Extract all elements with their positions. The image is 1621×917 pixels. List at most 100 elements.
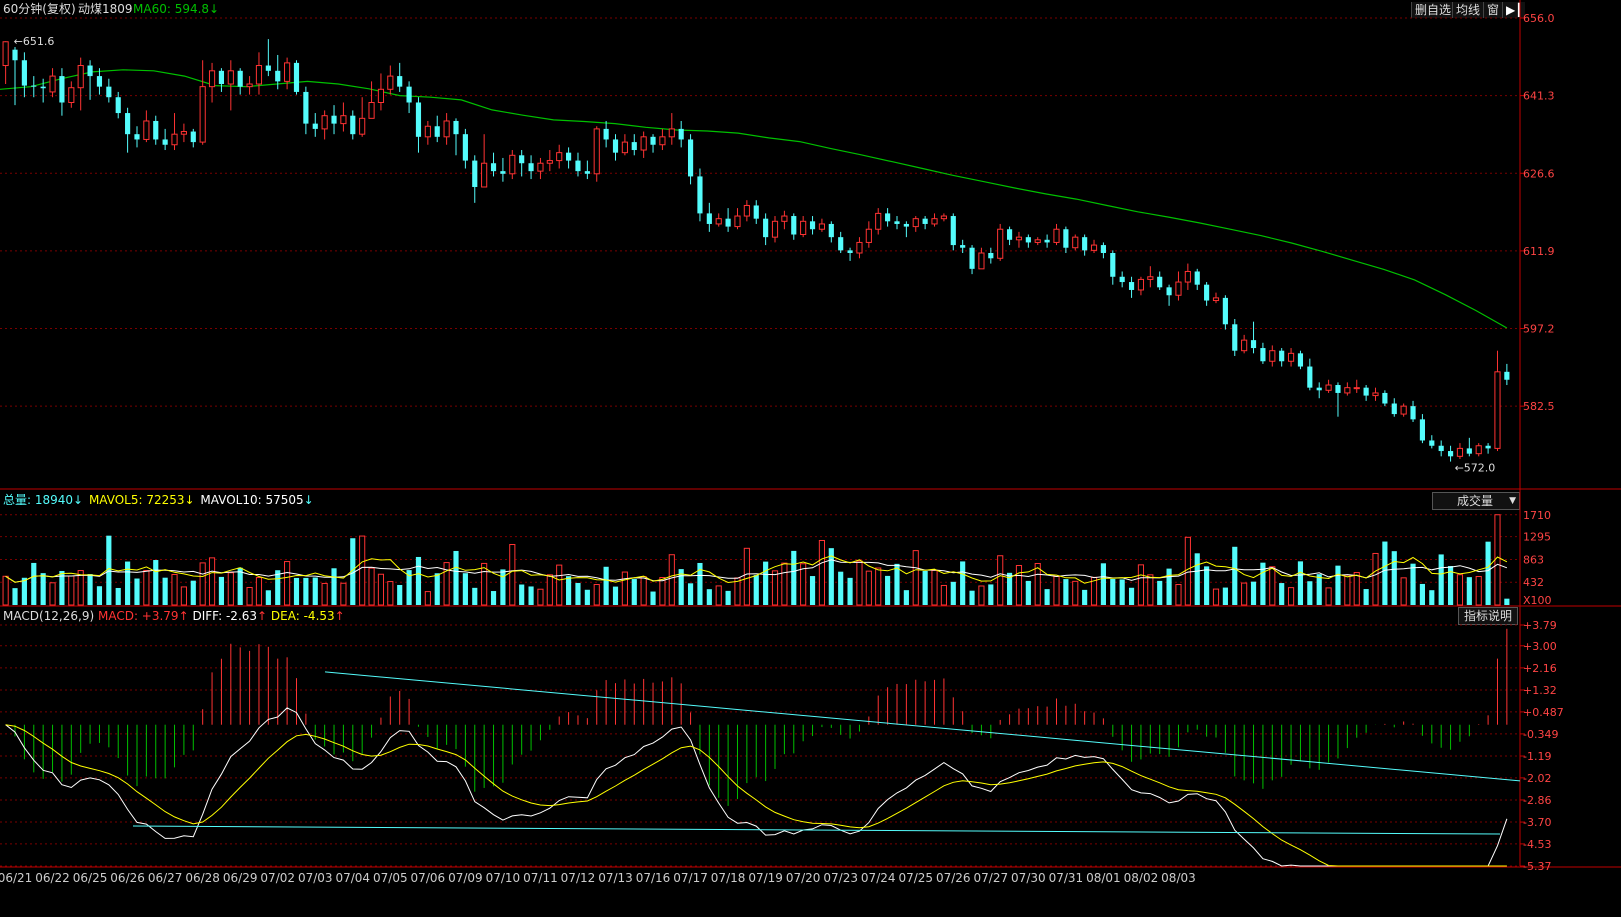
candle-body — [1307, 366, 1313, 388]
candle-body — [668, 128, 675, 138]
candle-body — [1297, 353, 1304, 367]
candle-body — [1410, 406, 1416, 420]
volume-bar — [650, 591, 656, 605]
candle-body — [331, 115, 337, 124]
ma60-line — [0, 69, 1508, 329]
candle-body — [208, 70, 216, 88]
volume-bar — [115, 587, 121, 605]
volume-bar — [227, 572, 234, 606]
candle-body — [1204, 284, 1210, 301]
candle-body — [687, 139, 694, 177]
candle-body — [303, 91, 309, 124]
volume-bar — [1184, 536, 1191, 606]
candle-body — [12, 49, 18, 61]
macd-tick-label: +3.00 — [1523, 640, 1557, 653]
candle-body — [1438, 445, 1444, 452]
candle-body — [1504, 371, 1510, 380]
volume-bar — [1053, 575, 1060, 606]
volume-bar — [631, 579, 637, 605]
x-tick-label: 06/21 — [0, 871, 32, 885]
candle-body — [1372, 392, 1379, 397]
x-tick-label: 06/27 — [148, 871, 183, 885]
candle-body — [725, 218, 731, 227]
candle-body — [246, 83, 253, 88]
volume-bar — [1353, 571, 1360, 606]
candle-body — [87, 65, 93, 77]
volume-bar — [1335, 565, 1341, 605]
volume-bar — [1494, 514, 1501, 606]
candle-body — [1456, 447, 1464, 457]
macd-tick-label: +1.32 — [1523, 684, 1557, 697]
volume-bar — [331, 568, 337, 605]
y-tick-label: 626.6 — [1523, 167, 1555, 180]
volume-bar — [960, 561, 966, 605]
candle-body — [21, 60, 27, 86]
chart-canvas: 656.0 641.3 626.6 611.9 597.2 582.5 ←651.6 ←572… — [0, 0, 1621, 885]
volume-bar — [1044, 589, 1050, 605]
volume-bar — [940, 584, 947, 606]
volume-bar — [490, 591, 497, 605]
x-tick-label: 07/27 — [974, 871, 1009, 885]
candle-body — [1429, 440, 1435, 446]
volume-bar — [950, 581, 956, 605]
volume-bar — [1307, 581, 1313, 605]
candle-body — [59, 76, 65, 103]
volume-bar — [715, 585, 722, 606]
candle-body — [988, 253, 994, 259]
candle-body — [847, 250, 853, 253]
volume-bar — [125, 561, 131, 605]
volume-bar — [397, 584, 403, 605]
y-tick-label: 611.9 — [1523, 245, 1555, 258]
candle-body — [818, 223, 826, 230]
volume-bar — [1194, 553, 1200, 605]
volume-bar — [500, 569, 506, 605]
volume-bar — [31, 562, 37, 605]
candle-body — [106, 86, 112, 98]
volume-bar — [171, 573, 178, 606]
candle-body — [865, 228, 872, 243]
candle-body — [978, 252, 985, 270]
candle-body — [838, 237, 844, 251]
candle-body — [77, 65, 84, 89]
volume-bar — [312, 577, 318, 605]
macd-tick-label: +2.16 — [1523, 662, 1557, 675]
y-tick-label: 656.0 — [1523, 12, 1555, 25]
volume-bar — [1410, 563, 1416, 605]
volume-bar — [1363, 589, 1369, 605]
volume-bar — [1391, 551, 1397, 605]
volume-bar — [199, 562, 206, 606]
macd-tick-label: -1.19 — [1523, 750, 1551, 763]
volume-bar — [87, 574, 93, 605]
x-tick-label: 07/06 — [411, 871, 446, 885]
macd-tick-label: -3.70 — [1523, 816, 1551, 829]
volume-bar — [377, 573, 385, 606]
candle-body — [528, 163, 534, 172]
volume-bar — [1157, 580, 1163, 605]
candle-body — [875, 212, 882, 230]
x-tick-label: 07/23 — [823, 871, 858, 885]
candle-body — [1147, 276, 1154, 280]
candle-body — [1232, 324, 1238, 351]
volume-bar — [1287, 587, 1295, 606]
volume-bar — [1316, 574, 1322, 605]
volume-bar — [978, 585, 985, 606]
candle-body — [481, 162, 488, 188]
candle-body — [1222, 297, 1228, 325]
candle-body — [697, 176, 703, 214]
candle-body — [1344, 387, 1351, 394]
candle-body — [566, 152, 572, 161]
volume-bar — [1232, 546, 1238, 605]
candle-body — [781, 215, 788, 222]
candle-body — [443, 120, 450, 138]
volume-bar — [753, 575, 759, 605]
y-tick-label: 582.5 — [1523, 400, 1555, 413]
volume-bar — [2, 575, 9, 606]
volume-bar — [387, 581, 394, 606]
volume-bar — [566, 576, 572, 605]
volume-bar — [1119, 579, 1125, 605]
candle-body — [800, 220, 807, 236]
candle-body — [350, 115, 356, 135]
candle-body — [997, 228, 1004, 259]
volume-bar — [668, 554, 675, 606]
y-tick-label: 597.2 — [1523, 323, 1555, 336]
